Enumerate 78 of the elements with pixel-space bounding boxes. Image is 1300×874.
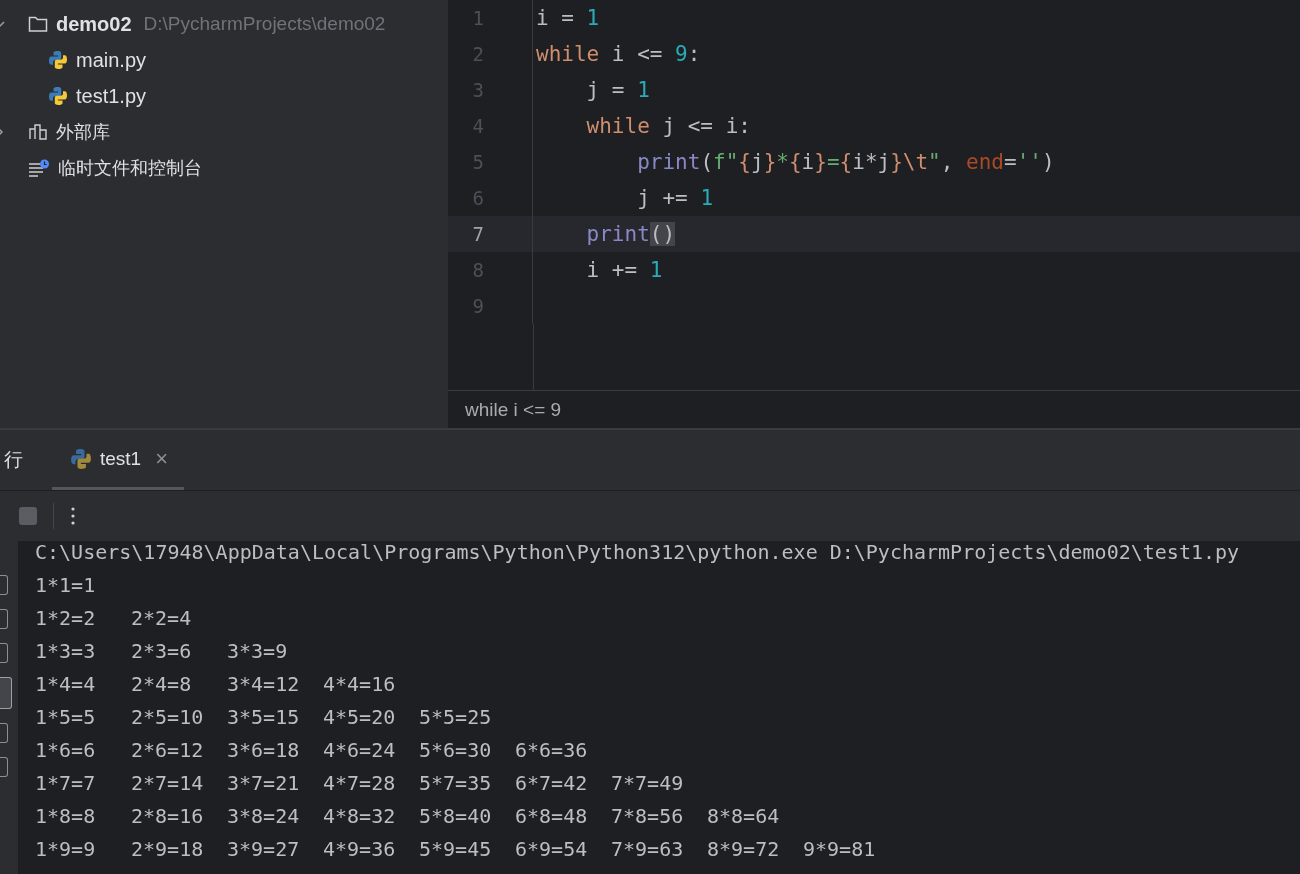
library-icon [28, 123, 48, 141]
code-line: j += 1 [636, 186, 714, 210]
panel-title: 行 [3, 447, 24, 472]
code-line: while j <= i: [585, 114, 751, 138]
console-output: 4*8=32 [323, 805, 397, 830]
tree-item[interactable]: demo02 [56, 12, 132, 36]
tree-item[interactable]: main.py [76, 48, 147, 72]
code-line: i = 1 [535, 6, 600, 30]
console-output: 3*5=15 [227, 706, 301, 731]
console-output: 2*7=14 [131, 772, 205, 797]
folder-icon [28, 15, 48, 33]
console-output: 4*5=20 [323, 706, 397, 731]
console-output: 1*5=5 [35, 706, 97, 731]
code-line: print(f"{j}*{i}={i*j}\t", end='') [636, 150, 1055, 174]
console-output: 1*6=6 [35, 739, 97, 764]
console-output: 5*6=30 [419, 739, 493, 764]
console-output: 8*8=64 [707, 805, 781, 830]
console-output: 2*5=10 [131, 706, 205, 731]
side-tool-icon[interactable] [0, 757, 8, 777]
scratch-list-icon [28, 159, 50, 177]
code-line: print() [585, 222, 676, 246]
console-output: 1*2=2 [35, 607, 97, 632]
python-file-icon [48, 86, 68, 106]
console-output: 5*8=40 [419, 805, 493, 830]
console-output: 4*7=28 [323, 772, 397, 797]
python-icon [70, 447, 92, 470]
console-output: 1*8=8 [35, 805, 97, 830]
console-output: 2*4=8 [131, 673, 193, 698]
console-output: 3*8=24 [227, 805, 301, 830]
console-output: 5*5=25 [419, 706, 493, 731]
tree-item[interactable]: 临时文件和控制台 [58, 156, 202, 180]
console-output: 3*4=12 [227, 673, 301, 698]
console-output: 3*7=21 [227, 772, 301, 797]
tree-item[interactable]: test1.py [76, 84, 147, 108]
console-output: 3*3=9 [227, 640, 289, 665]
code-line: while i <= 9: [535, 42, 701, 66]
run-tab[interactable]: test1 × [52, 430, 185, 490]
console-output: 6*9=54 [515, 838, 589, 863]
line-number: 7 [448, 216, 533, 252]
console-output: 6*6=36 [515, 739, 589, 764]
console-output: 3*9=27 [227, 838, 301, 863]
console-output: 7*7=49 [611, 772, 685, 797]
console-output: 5*7=35 [419, 772, 493, 797]
console-output: 1*9=9 [35, 838, 97, 863]
console-output: 4*9=36 [323, 838, 397, 863]
python-file-icon [48, 50, 68, 70]
console-output: 7*9=63 [611, 838, 685, 863]
console-output: 1*7=7 [35, 772, 97, 797]
console-output: 7*8=56 [611, 805, 685, 830]
side-tool-icon[interactable] [0, 609, 8, 629]
side-tool-icon[interactable] [0, 723, 8, 743]
code-line: i += 1 [585, 258, 663, 282]
close-button[interactable]: × [155, 445, 169, 472]
console-output: 9*9=81 [803, 838, 877, 863]
more-options-icon[interactable] [70, 506, 76, 526]
console-command: C:\Users\17948\AppData\Local\Programs\Python\Python312\python.exe D:\PycharmProjects\demo02\test1.py [35, 541, 1241, 566]
tree-item[interactable]: 外部库 [56, 120, 110, 144]
console-output: 4*4=16 [323, 673, 397, 698]
console-output: 2*6=12 [131, 739, 205, 764]
console-output: 1*3=3 [35, 640, 97, 665]
side-tool-icon[interactable] [0, 575, 8, 595]
console-output: 4*6=24 [323, 739, 397, 764]
console-output: 1*1=1 [35, 574, 97, 599]
console-output: 5*9=45 [419, 838, 493, 863]
side-tool-icon[interactable] [0, 643, 8, 663]
console-output: 1*4=4 [35, 673, 97, 698]
console-output: 8*9=72 [707, 838, 781, 863]
project-path: D:\PycharmProjects\demo02 [143, 13, 386, 35]
code-line: j = 1 [585, 78, 650, 102]
side-tool-icon[interactable] [0, 677, 12, 709]
console-output: 2*9=18 [131, 838, 205, 863]
console-output: 2*8=16 [131, 805, 205, 830]
console-output: 3*6=18 [227, 739, 301, 764]
console-output: 6*8=48 [515, 805, 589, 830]
console-output: 2*3=6 [131, 640, 193, 665]
breadcrumb[interactable]: while i <= 9 [465, 398, 562, 421]
console-output: 2*2=4 [131, 607, 193, 632]
console-output: 6*7=42 [515, 772, 589, 797]
